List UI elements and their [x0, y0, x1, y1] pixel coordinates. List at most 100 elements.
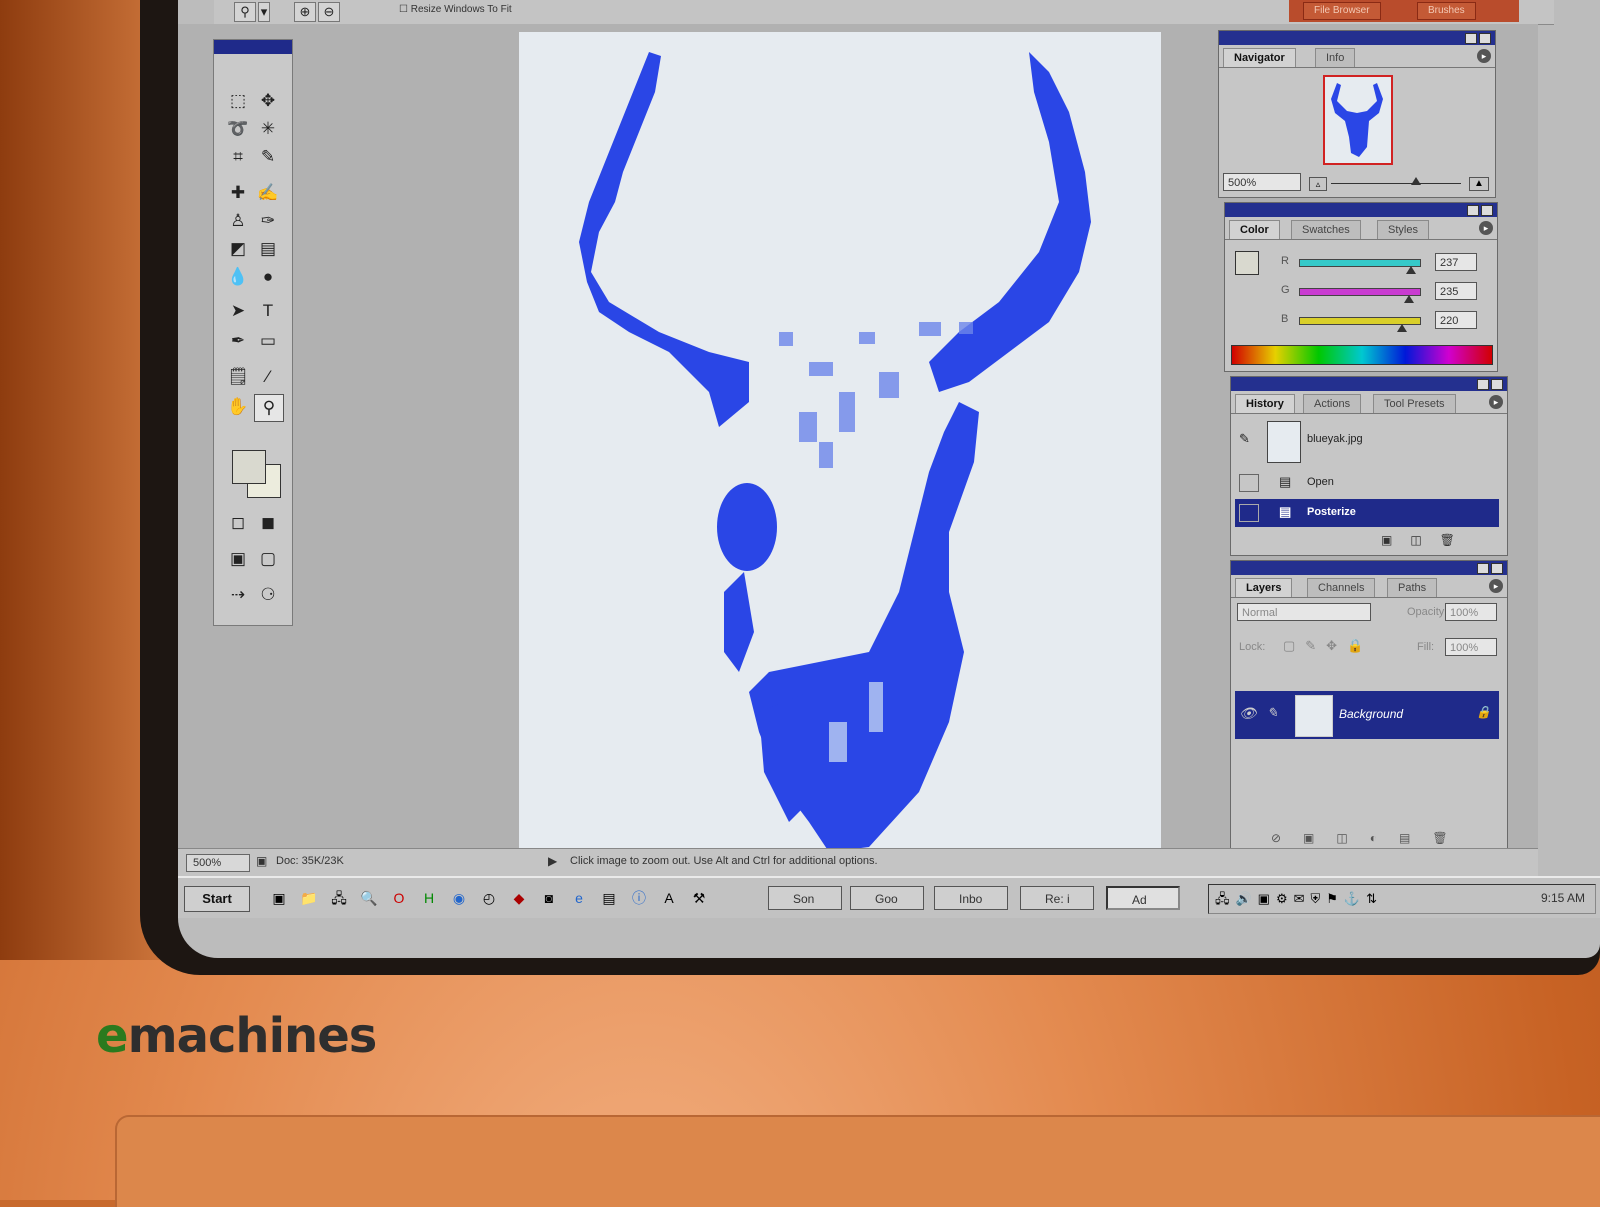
navigator-thumbnail[interactable]	[1323, 75, 1393, 165]
hand-tool-icon[interactable]: ✋	[224, 394, 252, 420]
zoom-in-icon[interactable]: ⊕	[294, 2, 316, 22]
channel-slider-thumb[interactable]	[1405, 266, 1416, 274]
marquee-tool-icon[interactable]: ⬚	[224, 88, 252, 114]
clone-stamp-icon[interactable]: ♙	[224, 208, 252, 234]
pen-tool-icon[interactable]: ✒	[224, 328, 252, 354]
lasso-tool-icon[interactable]: ➰	[224, 116, 252, 142]
brush-tool-icon[interactable]: ✍	[254, 180, 282, 206]
channel-value-field[interactable]: 220	[1435, 311, 1477, 329]
document-canvas[interactable]	[519, 32, 1161, 878]
quicklaunch-app-icon[interactable]: ◙	[540, 889, 558, 907]
standard-mode-icon[interactable]: ◻	[224, 510, 252, 536]
navigator-title-bar[interactable]	[1219, 31, 1495, 45]
quicklaunch-acrobat-icon[interactable]: A	[660, 889, 678, 907]
panel-menu-icon[interactable]: ▸	[1479, 221, 1493, 235]
quicklaunch-search-icon[interactable]: 🔍	[360, 889, 378, 907]
fill-field[interactable]: 100%	[1445, 638, 1497, 656]
start-button[interactable]: Start	[184, 886, 250, 912]
quicklaunch-media-icon[interactable]: ◆	[510, 889, 528, 907]
tab-brushes[interactable]: Brushes	[1417, 2, 1476, 20]
close-icon[interactable]	[1479, 33, 1491, 44]
tab-file-browser[interactable]: File Browser	[1303, 2, 1381, 20]
zoom-tool-active-icon[interactable]: ⚲	[254, 394, 284, 422]
minimize-icon[interactable]	[1477, 379, 1489, 390]
task-re[interactable]: Re: i	[1020, 886, 1094, 910]
panel-menu-icon[interactable]: ▸	[1477, 49, 1491, 63]
toolbox-title-bar[interactable]	[214, 40, 292, 54]
snapshot-brush-icon[interactable]: ✎	[1239, 431, 1250, 447]
task-goo[interactable]: Goo	[850, 886, 924, 910]
healing-brush-icon[interactable]: ✚	[224, 180, 252, 206]
tab-paths[interactable]: Paths	[1387, 578, 1438, 597]
history-brush-icon[interactable]: ✑	[254, 208, 282, 234]
blend-mode-select[interactable]: Normal	[1237, 603, 1371, 621]
crop-tool-icon[interactable]: ⌗	[224, 144, 252, 170]
quicklaunch-tools-icon[interactable]: ⚒	[690, 889, 708, 907]
task-inbo[interactable]: Inbo	[934, 886, 1008, 910]
quicklaunch-window-icon[interactable]: ▤	[600, 889, 618, 907]
panel-menu-icon[interactable]: ▸	[1489, 579, 1503, 593]
blur-tool-icon[interactable]: 💧	[224, 264, 252, 290]
magic-wand-icon[interactable]: ✳	[254, 116, 282, 142]
channel-value-field[interactable]: 237	[1435, 253, 1477, 271]
navigator-zoom-slider[interactable]	[1331, 183, 1461, 184]
color-ramp[interactable]	[1231, 345, 1493, 365]
eyedropper-icon[interactable]: ⁄	[254, 364, 282, 390]
quicklaunch-folder-icon[interactable]: 📁	[300, 889, 318, 907]
minimize-icon[interactable]	[1467, 205, 1479, 216]
color-title-bar[interactable]	[1225, 203, 1497, 217]
quicklaunch-ie-icon[interactable]: e	[570, 889, 588, 907]
layers-title-bar[interactable]	[1231, 561, 1507, 575]
slice-tool-icon[interactable]: ✎	[254, 144, 282, 170]
brush-link-icon[interactable]: ✎	[1267, 705, 1278, 721]
channel-slider[interactable]	[1299, 259, 1421, 267]
minimize-icon[interactable]	[1477, 563, 1489, 574]
help-icon[interactable]: ⚆	[254, 582, 282, 608]
channel-value-field[interactable]: 235	[1435, 282, 1477, 300]
close-icon[interactable]	[1491, 379, 1503, 390]
eye-icon[interactable]: 👁	[1239, 705, 1257, 722]
quicklaunch-opera-icon[interactable]: O	[390, 889, 408, 907]
zoom-tool-icon[interactable]: ⚲	[234, 2, 256, 22]
minimize-icon[interactable]	[1465, 33, 1477, 44]
shape-tool-icon[interactable]: ▭	[254, 328, 282, 354]
screen-mode-icon[interactable]: ▣	[224, 546, 252, 572]
navigator-zoom-thumb[interactable]	[1411, 177, 1421, 185]
quicklaunch-info-icon[interactable]: ⓘ	[630, 889, 648, 907]
channel-slider-thumb[interactable]	[1404, 295, 1415, 303]
history-step[interactable]: ▤ Open	[1235, 469, 1499, 497]
status-menu-arrow-icon[interactable]: ▶	[548, 854, 557, 868]
resize-windows-checkbox[interactable]: ☐ Resize Windows To Fit	[399, 4, 512, 15]
tab-tool-presets[interactable]: Tool Presets	[1373, 394, 1456, 413]
zoom-in-small-icon[interactable]: ▲	[1469, 177, 1489, 191]
task-son[interactable]: Son	[768, 886, 842, 910]
notes-tool-icon[interactable]: 🗒	[224, 364, 252, 390]
zoom-out-small-icon[interactable]: ▵	[1309, 177, 1327, 191]
history-snapshot[interactable]: ✎ blueyak.jpg	[1235, 419, 1499, 463]
quick-mask-icon[interactable]: ◼	[254, 510, 282, 536]
close-icon[interactable]	[1481, 205, 1493, 216]
navigator-zoom-field[interactable]: 500%	[1223, 173, 1301, 191]
channel-slider-thumb[interactable]	[1397, 324, 1408, 332]
tab-navigator[interactable]: Navigator	[1223, 48, 1296, 67]
zoom-out-icon[interactable]: ⊖	[318, 2, 340, 22]
step-checkbox[interactable]	[1239, 504, 1259, 522]
path-select-icon[interactable]: ➤	[224, 298, 252, 324]
tab-color[interactable]: Color	[1229, 220, 1280, 239]
tab-layers[interactable]: Layers	[1235, 578, 1293, 597]
tab-swatches[interactable]: Swatches	[1291, 220, 1361, 239]
lock-icons[interactable]: ▢✎✥🔒	[1283, 638, 1373, 654]
quicklaunch-clock-icon[interactable]: ◴	[480, 889, 498, 907]
dodge-tool-icon[interactable]: ●	[254, 264, 282, 290]
tool-preset-dropdown[interactable]: ▾	[258, 2, 270, 22]
quicklaunch-h-icon[interactable]: H	[420, 889, 438, 907]
tab-styles[interactable]: Styles	[1377, 220, 1429, 239]
tab-info[interactable]: Info	[1315, 48, 1356, 67]
tray-icons[interactable]: 🖧🔊▣⚙✉⛨⚑⚓⇅	[1215, 890, 1383, 912]
status-info-icon[interactable]: ▣	[256, 854, 267, 868]
color-fg-swatch[interactable]	[1235, 251, 1259, 275]
tab-channels[interactable]: Channels	[1307, 578, 1376, 597]
type-tool-icon[interactable]: T	[254, 298, 282, 324]
channel-slider[interactable]	[1299, 288, 1421, 296]
task-ad-active[interactable]: Ad	[1106, 886, 1180, 910]
